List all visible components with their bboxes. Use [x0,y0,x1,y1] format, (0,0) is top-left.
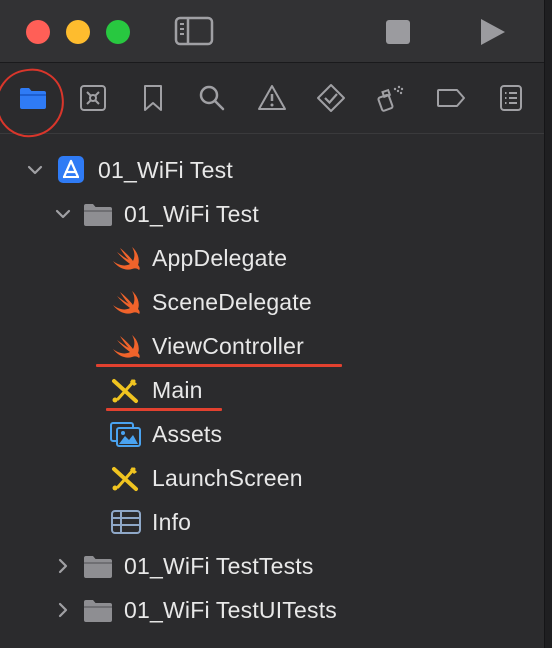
tree-row-file[interactable]: SceneDelegate [110,280,312,324]
swift-icon [110,287,142,317]
tree-row-file[interactable]: Main [110,368,203,412]
report-icon [500,85,522,111]
chevron-down-icon[interactable] [26,161,44,179]
minimize-button[interactable] [66,20,90,44]
tree-row-file[interactable]: ViewController [110,324,304,368]
tab-find-navigator[interactable] [197,83,227,113]
assets-icon [110,419,142,449]
tab-issue-navigator[interactable] [257,83,287,113]
run-icon [481,19,505,45]
tab-debug-navigator[interactable] [376,83,406,113]
folder-icon [82,595,114,625]
storyboard-icon [110,375,142,405]
navigator-selector-bar [0,62,544,142]
tree-row-group[interactable]: 01_WiFi TestUITests [54,588,337,632]
folder-icon [82,199,114,229]
stop-icon [386,20,410,44]
breakpoint-icon [437,89,465,107]
annotation-circle [0,64,69,142]
chevron-right-icon[interactable] [54,557,72,575]
tree-row-file[interactable]: Info [110,500,191,544]
annotation-underline [96,364,342,367]
xcode-project-icon [56,155,88,185]
bookmark-icon [144,85,162,111]
close-button[interactable] [26,20,50,44]
spray-icon [377,85,404,112]
folder-icon [82,551,114,581]
tree-row-label: Info [152,508,192,535]
tree-row-label: ViewController [152,332,304,359]
zoom-button[interactable] [106,20,130,44]
sidebar-toggle-icon [174,16,214,46]
swift-icon [110,331,142,361]
tree-row-group[interactable]: 01_WiFi TestTests [54,544,314,588]
title-bar [0,0,544,62]
sidebar-toggle-button[interactable] [174,15,214,47]
tree-row-label: 01_WiFi Test [98,156,233,183]
tree-row-label: 01_WiFi Test [124,200,259,227]
tree-row-label: LaunchScreen [152,464,303,491]
tab-breakpoint-navigator[interactable] [436,83,466,113]
tree-row-label: Main [152,376,203,403]
tree-row-group[interactable]: 01_WiFi Test [54,192,259,236]
source-control-icon [80,85,106,111]
swift-icon [110,243,142,273]
tree-row-project[interactable]: 01_WiFi Test [26,148,233,192]
chevron-right-icon[interactable] [54,601,72,619]
tree-row-label: Assets [152,420,223,447]
tab-bookmark-navigator[interactable] [138,83,168,113]
warning-icon [258,85,286,110]
tree-row-label: SceneDelegate [152,288,312,315]
storyboard-icon [110,463,142,493]
tree-row-label: 01_WiFi TestTests [124,552,314,579]
tab-report-navigator[interactable] [496,83,526,113]
tree-row-file[interactable]: LaunchScreen [110,456,303,500]
tab-source-control-navigator[interactable] [78,83,108,113]
tab-test-navigator[interactable] [316,83,346,113]
plist-icon [110,507,142,537]
chevron-down-icon[interactable] [54,205,72,223]
tree-row-file[interactable]: Assets [110,412,222,456]
tree-row-file[interactable]: AppDelegate [110,236,287,280]
annotation-underline [106,408,222,411]
window-edge [544,0,552,648]
tree-row-label: 01_WiFi TestUITests [124,596,337,623]
tree-row-label: AppDelegate [152,244,288,271]
stop-button[interactable] [384,18,412,46]
search-icon [199,85,225,111]
run-button[interactable] [476,16,508,48]
test-diamond-icon [317,84,345,112]
